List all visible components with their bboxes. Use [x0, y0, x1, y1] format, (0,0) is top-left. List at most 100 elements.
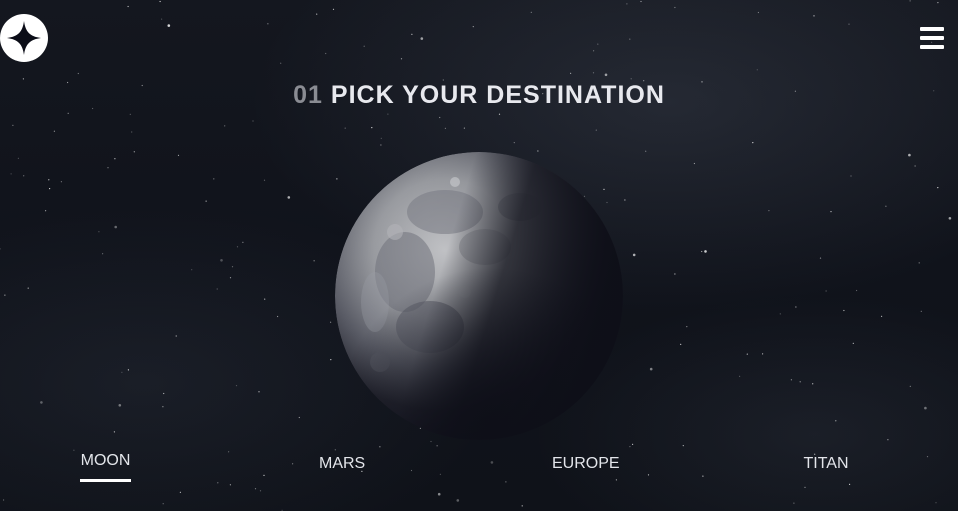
star — [704, 250, 707, 253]
star — [22, 78, 24, 80]
star — [935, 502, 937, 504]
star — [686, 326, 688, 328]
star — [948, 217, 952, 220]
star — [430, 440, 432, 443]
star — [795, 306, 797, 308]
star — [242, 241, 244, 243]
star — [224, 125, 226, 127]
star — [220, 259, 223, 262]
star — [252, 120, 254, 122]
star — [848, 23, 850, 25]
star — [235, 385, 238, 387]
destination-tabs: MOON MARS EUROPE TITAN — [0, 452, 958, 492]
star — [73, 449, 75, 451]
moon-image — [335, 152, 623, 440]
star — [231, 266, 234, 268]
star — [739, 375, 741, 377]
star — [49, 188, 51, 190]
star — [334, 449, 336, 451]
star — [40, 401, 43, 404]
star — [626, 3, 628, 5]
page-title-text: PICK YOUR DESTINATION — [330, 81, 665, 109]
tab-titan[interactable]: TITAN — [803, 452, 849, 473]
tab-mars[interactable]: MARS — [319, 452, 365, 473]
star — [264, 298, 266, 300]
star — [191, 269, 193, 271]
site-logo[interactable] — [0, 14, 48, 62]
tab-europe-label: EUROPE — [552, 455, 620, 472]
star — [674, 273, 676, 275]
star — [914, 165, 916, 167]
star — [649, 367, 653, 371]
star — [118, 404, 122, 407]
star — [77, 72, 79, 75]
star — [159, 0, 161, 3]
star — [680, 343, 682, 345]
tab-europe[interactable]: EUROPE — [552, 452, 620, 473]
tab-mars-label: MARS — [319, 455, 366, 472]
tab-moon[interactable]: MOON — [80, 452, 131, 482]
star — [852, 342, 854, 344]
star — [380, 144, 382, 146]
star — [604, 73, 608, 77]
star — [835, 420, 837, 422]
star — [213, 178, 215, 180]
star — [701, 250, 703, 253]
star — [439, 116, 441, 119]
star — [258, 391, 260, 393]
star — [98, 231, 100, 233]
star — [162, 503, 164, 505]
star — [444, 127, 446, 129]
star — [161, 18, 163, 20]
star — [830, 211, 832, 213]
star — [163, 392, 165, 395]
star — [768, 210, 770, 212]
star — [632, 443, 634, 445]
star-logo-icon — [7, 21, 41, 55]
star — [463, 127, 465, 129]
star — [819, 257, 822, 259]
star — [756, 69, 758, 71]
hamburger-menu-icon[interactable] — [920, 26, 944, 50]
star — [17, 157, 19, 159]
star — [812, 383, 814, 385]
star — [790, 379, 793, 381]
page-title: 01 PICK YOUR DESTINATION — [0, 81, 958, 110]
star — [107, 167, 109, 169]
star — [813, 15, 815, 17]
star — [177, 154, 180, 156]
star — [513, 142, 515, 144]
star — [920, 310, 922, 312]
star — [597, 43, 599, 45]
star — [843, 309, 845, 312]
star — [127, 369, 129, 371]
star — [593, 50, 595, 52]
star — [330, 321, 332, 323]
star — [205, 200, 207, 202]
star — [114, 158, 116, 160]
star — [799, 381, 801, 383]
star — [456, 499, 460, 502]
star — [175, 335, 177, 337]
star — [121, 371, 123, 373]
star — [23, 175, 25, 177]
star — [570, 72, 572, 74]
star — [400, 58, 403, 60]
star — [114, 225, 117, 229]
star — [856, 289, 858, 292]
star — [909, 385, 911, 387]
star — [436, 445, 438, 447]
star — [629, 38, 631, 40]
star — [757, 11, 760, 14]
star — [45, 210, 47, 212]
star — [313, 260, 315, 262]
star — [624, 199, 626, 201]
star — [693, 162, 696, 165]
star — [793, 502, 795, 504]
step-number: 01 — [293, 81, 323, 109]
tab-moon-label: MOON — [80, 452, 131, 469]
star — [674, 6, 676, 9]
star — [53, 130, 56, 132]
star — [3, 499, 5, 501]
star — [263, 179, 266, 181]
